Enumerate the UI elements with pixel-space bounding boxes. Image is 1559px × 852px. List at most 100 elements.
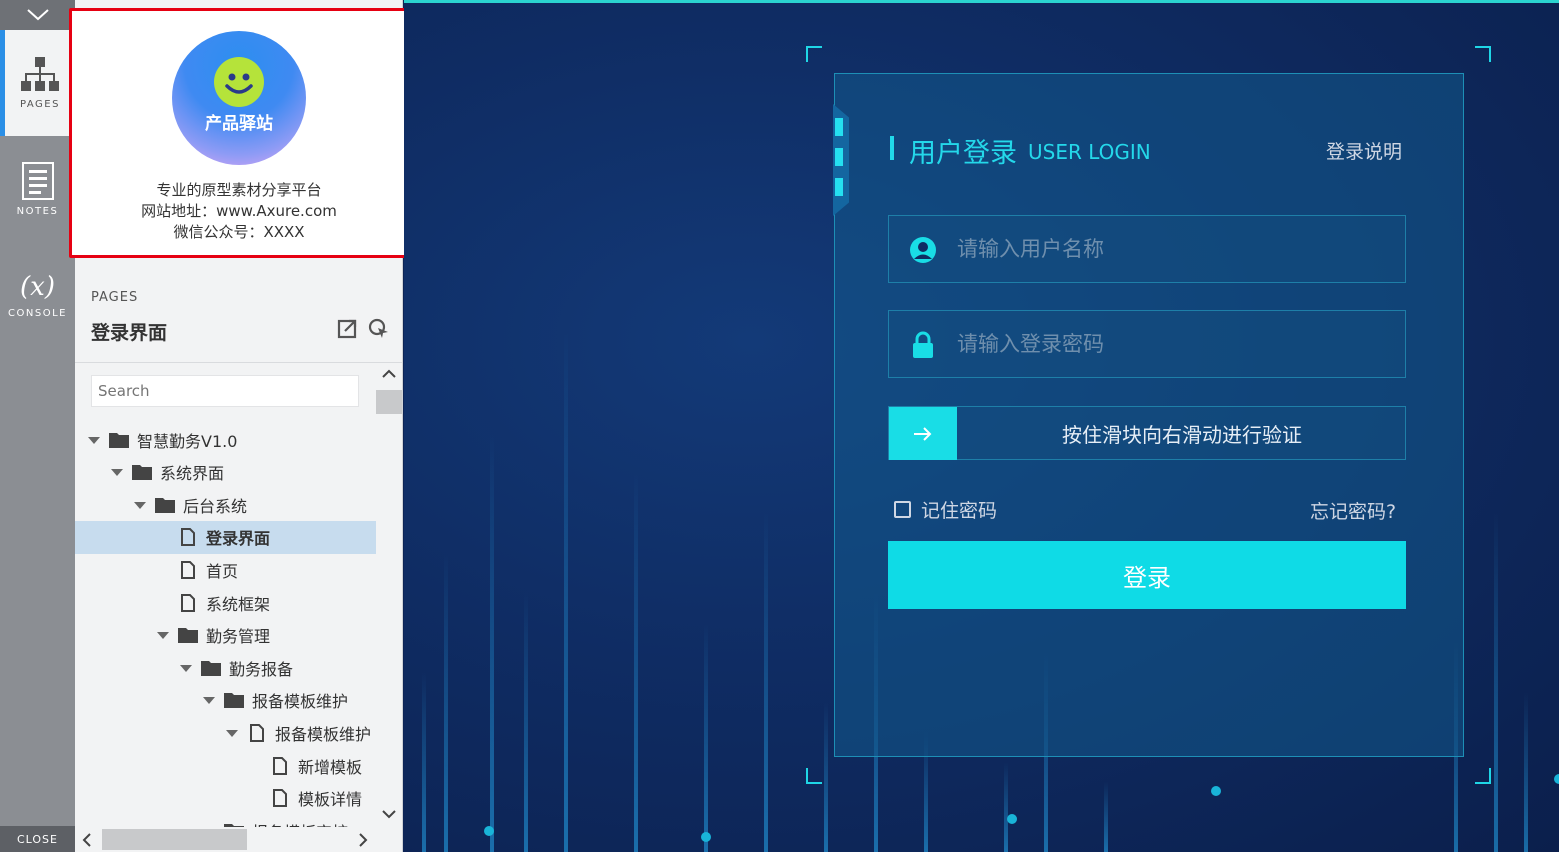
horizontal-scroll-thumb[interactable]: [102, 829, 247, 850]
search-input[interactable]: [91, 375, 359, 407]
scroll-right-icon[interactable]: [358, 833, 368, 847]
tree-item-label: 系统框架: [206, 594, 271, 614]
tree-folder[interactable]: 报备模板审核: [75, 814, 376, 827]
tree-page[interactable]: 登录界面: [75, 520, 376, 554]
current-page-title: 登录界面: [91, 322, 168, 344]
prototype-canvas: 用户登录 USER LOGIN 登录说明 按住滑块向右滑动进行验证 记住密码 忘…: [404, 0, 1559, 852]
caret-down-icon: [248, 761, 262, 771]
caret-down-icon[interactable]: [225, 728, 239, 738]
tree-page[interactable]: 首页: [75, 553, 376, 586]
folder-icon: [178, 628, 198, 644]
tree-item-label: 报备模板维护: [275, 724, 372, 744]
frame-corner: [806, 768, 822, 784]
open-in-new-icon[interactable]: [337, 318, 359, 340]
brand-logo: 产品驿站: [172, 31, 306, 165]
collapse-toggle[interactable]: [0, 0, 75, 30]
page-icon: [181, 593, 195, 612]
tree-item-label: 首页: [206, 561, 239, 581]
password-field[interactable]: [888, 310, 1406, 378]
caret-down-icon[interactable]: [179, 663, 193, 673]
background-bar: [704, 622, 708, 852]
caret-down-icon: [156, 598, 170, 608]
top-accent-line: [404, 0, 1559, 3]
tab-pages[interactable]: PAGES: [0, 30, 75, 136]
tree-item-label: 勤务报备: [229, 659, 294, 679]
tree-item-label: 报备模板维护: [252, 692, 349, 712]
tree-item-label: 模板详情: [298, 790, 363, 810]
tree-item-label: 勤务管理: [206, 627, 271, 647]
remember-password-checkbox[interactable]: 记住密码: [894, 496, 997, 523]
caret-down-icon: [156, 532, 170, 542]
page-icon: [181, 528, 195, 547]
login-button[interactable]: 登录: [888, 541, 1406, 609]
tree-folder[interactable]: 勤务管理: [75, 619, 376, 652]
page-icon: [181, 560, 195, 579]
caret-down-icon[interactable]: [133, 500, 147, 510]
folder-icon: [224, 693, 244, 709]
background-bar: [422, 672, 426, 852]
slider-instruction: 按住滑块向右滑动进行验证: [1062, 423, 1302, 447]
frame-corner: [1475, 46, 1491, 62]
login-help-link[interactable]: 登录说明: [1326, 137, 1402, 164]
page-tree: 智慧勤务V1.0 系统界面后台系统 登录界面首页系统框架勤务管理勤务报备报备模板维护…: [75, 423, 376, 827]
tab-notes[interactable]: NOTES: [0, 136, 75, 242]
background-node: [484, 826, 494, 836]
tree-folder[interactable]: 报备模板维护: [75, 684, 376, 717]
locate-page-icon[interactable]: [368, 318, 390, 340]
checkbox-box[interactable]: [894, 501, 911, 518]
tree-folder[interactable]: 智慧勤务V1.0: [75, 423, 376, 456]
background-node: [1554, 774, 1559, 784]
tree-folder[interactable]: 勤务报备: [75, 651, 376, 684]
folder-icon: [201, 660, 221, 676]
forgot-password-link[interactable]: 忘记密码?: [1310, 497, 1396, 524]
tree-item-label: 报备模板审核: [252, 819, 348, 827]
tab-console[interactable]: (x) CONSOLE: [0, 242, 75, 348]
background-bar: [1104, 782, 1108, 852]
caret-down-icon[interactable]: [110, 467, 124, 477]
folder-icon: [109, 432, 129, 448]
caret-down-icon[interactable]: [87, 435, 101, 445]
caret-down-icon[interactable]: [156, 630, 170, 640]
notes-icon: [21, 161, 54, 200]
tree-folder[interactable]: 系统界面: [75, 456, 376, 489]
slide-verify[interactable]: 按住滑块向右滑动进行验证: [888, 406, 1406, 460]
tree-page[interactable]: 系统框架: [75, 586, 376, 619]
logo-tagline: 专业的原型素材分享平台: [156, 181, 322, 199]
scroll-up-icon[interactable]: [382, 369, 396, 379]
background-node: [1211, 786, 1221, 796]
tree-page[interactable]: 模板详情: [75, 782, 376, 815]
left-rail: PAGES NOTES (x) CONSOLE CLOSE: [0, 0, 75, 852]
variable-icon: (x): [20, 271, 55, 302]
frame-corner: [1475, 768, 1491, 784]
page-icon: [273, 789, 287, 808]
vertical-scrollbar[interactable]: [376, 363, 402, 827]
background-bar: [490, 432, 494, 852]
slider-handle[interactable]: [889, 407, 957, 460]
tab-console-label: CONSOLE: [8, 307, 67, 319]
horizontal-scrollbar[interactable]: [75, 827, 376, 852]
remember-label: 记住密码: [921, 500, 998, 522]
username-field[interactable]: [888, 215, 1406, 283]
vertical-scroll-thumb[interactable]: [376, 390, 402, 414]
brand-name: 产品驿站: [205, 114, 273, 134]
logo-website: 网站地址：www.Axure.com: [141, 202, 337, 220]
tree-folder[interactable]: 后台系统: [75, 488, 376, 521]
background-bar: [764, 512, 768, 852]
username-input[interactable]: [957, 216, 1387, 282]
title-accent-bar: [890, 136, 894, 160]
background-bar: [1494, 512, 1498, 852]
background-bar: [444, 552, 448, 852]
background-bar: [524, 592, 528, 852]
folder-icon: [132, 465, 152, 481]
scroll-left-icon[interactable]: [82, 833, 92, 847]
scroll-down-icon[interactable]: [382, 809, 396, 819]
close-button[interactable]: CLOSE: [0, 826, 75, 852]
logo-wechat: 微信公众号：XXXX: [173, 223, 305, 241]
tree-page[interactable]: 报备模板维护: [75, 716, 376, 749]
logo-card: 产品驿站 专业的原型素材分享平台 网站地址：www.Axure.com 微信公众…: [69, 8, 409, 258]
chevron-down-icon: [26, 9, 49, 21]
password-input[interactable]: [957, 311, 1387, 377]
caret-down-icon[interactable]: [202, 695, 216, 705]
tree-page[interactable]: 新增模板: [75, 749, 376, 782]
tree-item-label: 系统界面: [160, 464, 225, 484]
